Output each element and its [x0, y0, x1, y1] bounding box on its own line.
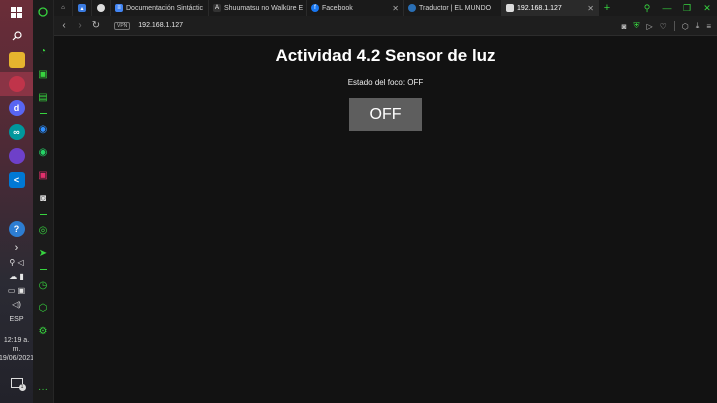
light-toggle-button[interactable]: OFF	[349, 98, 422, 131]
extensions-cube-icon[interactable]: ⬡	[33, 297, 54, 320]
tab-traductor[interactable]: Traductor | EL MUNDO	[404, 0, 502, 16]
light-status-text: Estado del foco: OFF	[347, 78, 424, 87]
reload-button[interactable]: ↻	[88, 20, 104, 31]
address-bar-actions: ◙ ⛨ ▷ ♡ ⬡ ⤓ ≡	[622, 16, 711, 36]
sidebar-divider	[39, 113, 47, 114]
clock-date[interactable]: 19/06/2021	[0, 354, 34, 363]
page-content: Actividad 4.2 Sensor de luz Estado del f…	[54, 37, 717, 403]
github-icon	[97, 4, 105, 12]
search-tabs-icon[interactable]: ⚲	[637, 3, 657, 14]
tab-label: 192.168.1.127	[517, 4, 562, 12]
discord-icon[interactable]: d	[0, 96, 33, 120]
window-controls: ⚲ — ❐ ✕	[637, 0, 717, 16]
sidebar-divider	[39, 214, 47, 215]
close-icon[interactable]: ✕	[587, 4, 594, 13]
more-icon[interactable]: ···	[33, 378, 54, 401]
speaker-icon[interactable]: ◁)	[0, 297, 33, 311]
tab-active[interactable]: 192.168.1.127 ✕	[502, 0, 599, 16]
toolbar-divider	[673, 21, 675, 31]
back-button[interactable]: ‹	[56, 20, 72, 31]
camera-icon[interactable]: ◙	[622, 22, 627, 31]
github-desktop-icon[interactable]	[0, 144, 33, 168]
arduino-icon[interactable]: ∞	[0, 120, 33, 144]
gamepad-icon: ⌂	[61, 5, 65, 11]
help-icon[interactable]: ?	[0, 217, 33, 241]
tab-label: Traductor | EL MUNDO	[419, 4, 492, 12]
speed-dial-icon[interactable]: ◔	[33, 40, 54, 63]
whatsapp-icon[interactable]: ◉	[33, 141, 54, 164]
menu-icon[interactable]: ≡	[706, 22, 711, 31]
windows-taskbar: d ∞ < ? › ⚲ ◁ ☁ ▮ ▭ ▣ ◁) ESP 12:19 a. m.…	[0, 0, 34, 403]
url-field[interactable]: 192.168.1.127	[138, 22, 183, 29]
language-indicator[interactable]: ESP	[9, 315, 23, 324]
notification-center-icon[interactable]: 1	[0, 371, 33, 395]
close-window-button[interactable]: ✕	[697, 3, 717, 14]
windows-start-button[interactable]	[0, 0, 33, 24]
battery-display-icons[interactable]: ▭ ▣	[0, 283, 33, 297]
screen: d ∞ < ? › ⚲ ◁ ☁ ▮ ▭ ▣ ◁) ESP 12:19 a. m.…	[0, 0, 717, 403]
vpn-badge[interactable]: VPN	[114, 21, 131, 30]
tab-gx[interactable]: ⌂	[54, 0, 73, 16]
file-explorer-icon[interactable]	[0, 48, 33, 72]
clock-time[interactable]: 12:19 a. m.	[0, 336, 33, 354]
tab-facebook[interactable]: f Facebook ✕	[307, 0, 404, 16]
globe-icon	[408, 4, 416, 12]
settings-gear-icon[interactable]: ⚙	[33, 320, 54, 343]
tab-label: Facebook	[322, 4, 353, 12]
download-icon[interactable]: ⤓	[696, 21, 700, 31]
network-volume-icons[interactable]: ⚲ ◁	[0, 255, 33, 269]
minimize-button[interactable]: —	[657, 3, 677, 13]
close-icon[interactable]: ✕	[392, 4, 399, 13]
discord-sidebar-icon[interactable]: ◙	[33, 187, 54, 210]
chevron-up-icon[interactable]: ›	[0, 241, 33, 255]
opera-gx-icon[interactable]	[0, 72, 33, 96]
new-tab-button[interactable]: +	[599, 0, 615, 16]
maximize-button[interactable]: ❐	[677, 3, 697, 14]
docs-icon: ≡	[115, 4, 123, 12]
page-icon	[506, 4, 514, 12]
forward-button[interactable]: ›	[72, 20, 88, 31]
shield-icon[interactable]: ⛨	[633, 21, 639, 31]
cloud-mic-icons[interactable]: ☁ ▮	[0, 269, 33, 283]
tab-github[interactable]	[92, 0, 111, 16]
tab-documentacion[interactable]: ≡ Documentación Sintáctic	[111, 0, 209, 16]
instagram-icon[interactable]: ▣	[33, 164, 54, 187]
cube-icon[interactable]: ⬡	[682, 22, 689, 31]
browser-sidebar: ◔ ▣ ▤ ◉ ◉ ▣ ◙ ◎ ➤ ◷ ⬡ ⚙ ···	[33, 0, 54, 403]
vscode-icon[interactable]: <	[0, 168, 33, 192]
gx-corner-icon[interactable]: ▣	[33, 63, 54, 86]
tab-label: Shuumatsu no Walküre E	[224, 4, 304, 12]
tab-strip: ⌂ ▴ ≡ Documentación Sintáctic A Shuumatsu …	[54, 0, 717, 16]
history-icon[interactable]: ◷	[33, 274, 54, 297]
anime-icon: A	[213, 4, 221, 12]
play-icon[interactable]: ▷	[646, 22, 652, 31]
image-icon: ▴	[78, 4, 86, 12]
tab-image[interactable]: ▴	[73, 0, 92, 16]
music-player-icon[interactable]: ◎	[33, 219, 54, 242]
page-title: Actividad 4.2 Sensor de luz	[275, 46, 496, 65]
opera-gx-menu-icon[interactable]	[33, 0, 54, 24]
tab-shuumatsu[interactable]: A Shuumatsu no Walküre E	[209, 0, 307, 16]
address-bar: ‹ › ↻ VPN 192.168.1.127 ◙ ⛨ ▷ ♡ ⬡ ⤓ ≡	[54, 16, 717, 36]
heart-icon[interactable]: ♡	[660, 22, 667, 31]
notification-count-badge: 1	[18, 384, 26, 391]
sidebar-divider	[39, 269, 47, 270]
search-icon[interactable]	[0, 24, 33, 48]
facebook-icon: f	[311, 4, 319, 12]
tab-label: Documentación Sintáctic	[126, 4, 204, 12]
send-icon[interactable]: ➤	[33, 242, 54, 265]
twitch-icon[interactable]: ▤	[33, 86, 54, 109]
messenger-icon[interactable]: ◉	[33, 118, 54, 141]
